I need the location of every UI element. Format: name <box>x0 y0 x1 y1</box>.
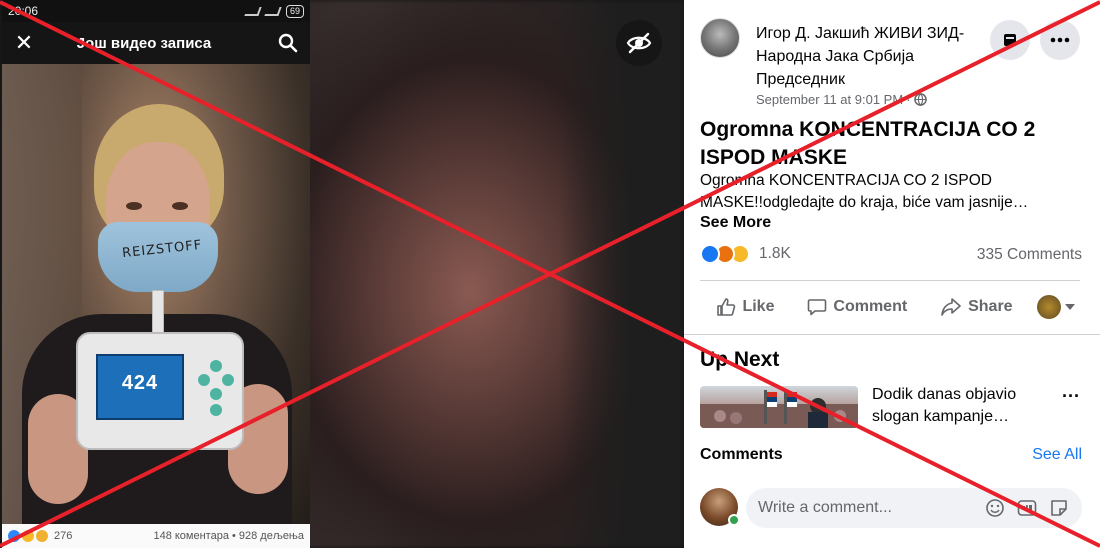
post-panel: Игор Д. Јакшић ЖИВИ ЗИД-Народна Јака Срб… <box>684 0 1100 548</box>
battery-icon: 69 <box>285 4 304 18</box>
more-options-button[interactable] <box>1040 20 1080 60</box>
emoji-icon[interactable] <box>984 497 1006 519</box>
comment-button[interactable]: Comment <box>799 291 915 323</box>
like-reaction-icon <box>700 244 720 264</box>
co2-reading: 424 <box>121 372 159 394</box>
post-text: Ogromna KONCENTRACIJA CO 2 ISPOD MASKE!!… <box>700 172 1029 211</box>
chevron-down-icon <box>1065 304 1076 310</box>
up-next-caption[interactable]: Dodik danas objavio slogan kampanje… <box>872 384 1052 428</box>
co2-meter-screen: 424 <box>96 354 184 420</box>
search-icon[interactable] <box>266 33 310 53</box>
person-eye <box>126 202 142 210</box>
see-more-link[interactable]: See More <box>700 214 771 232</box>
reaction-count: 1.8K <box>759 245 791 262</box>
phone-header: ✕ Још видео записа <box>2 22 310 64</box>
hide-video-button[interactable] <box>616 20 662 66</box>
wow-reaction-icon <box>22 530 34 542</box>
phone-stats: 148 коментара • 928 дељења <box>153 530 304 542</box>
up-next-thumbnail[interactable] <box>700 386 858 428</box>
like-button[interactable]: Like <box>708 291 782 323</box>
comment-label: Comment <box>833 298 908 315</box>
sad-reaction-icon <box>36 530 48 542</box>
divider <box>684 334 1100 335</box>
like-icon <box>717 298 736 316</box>
co2-meter-sensor <box>152 290 164 336</box>
share-icon <box>941 298 961 316</box>
post-meta: September 11 at 9:01 PM · <box>756 92 927 107</box>
phone-reactions: 276 <box>8 530 72 542</box>
globe-icon <box>913 93 927 106</box>
comments-heading: Comments <box>700 446 783 463</box>
phone-reaction-count: 276 <box>54 530 73 542</box>
bookmark-icon <box>1004 34 1016 46</box>
comment-input[interactable] <box>758 499 974 517</box>
person-eye <box>172 202 188 210</box>
save-post-button[interactable] <box>990 20 1030 60</box>
video-viewer[interactable]: 20:06 69 ✕ Још видео записа REIZSTOFF 42… <box>0 0 684 548</box>
online-status-indicator <box>728 514 740 526</box>
like-label: Like <box>742 298 775 315</box>
post-actions: Like Comment Share <box>700 285 1084 329</box>
post-date[interactable]: September 11 at 9:01 PM <box>756 92 903 107</box>
share-button[interactable]: Share <box>932 291 1020 323</box>
reactions-summary[interactable]: 1.8K <box>700 244 791 264</box>
phone-footer: 276 148 коментара • 928 дељења <box>2 524 310 548</box>
comment-composer[interactable] <box>746 488 1082 528</box>
meta-separator: · <box>906 92 911 107</box>
post-title: Ogromna KONCENTRACIJA CO 2 ISPOD MASKE <box>700 118 1036 169</box>
author-avatar[interactable] <box>700 18 740 58</box>
wifi-icon <box>264 6 282 16</box>
phone-video-frame: REIZSTOFF 424 <box>2 64 310 524</box>
audience-avatar <box>1037 295 1062 319</box>
phone-status-bar: 20:06 69 <box>2 0 310 22</box>
audience-selector[interactable] <box>1037 295 1076 319</box>
divider <box>700 280 1080 281</box>
status-icons: 69 <box>244 4 304 18</box>
comment-count[interactable]: 335 Comments <box>977 246 1082 264</box>
more-icon <box>1050 37 1070 43</box>
author-name[interactable]: Игор Д. Јакшић ЖИВИ ЗИД-Народна Јака Срб… <box>756 22 996 91</box>
phone-header-title: Још видео записа <box>76 34 212 52</box>
up-next-title: Up Next <box>700 348 780 371</box>
status-time: 20:06 <box>8 4 39 18</box>
like-reaction-icon <box>8 530 20 542</box>
sticker-icon[interactable] <box>1048 497 1070 519</box>
co2-meter-buttons <box>198 360 234 418</box>
see-all-comments-link[interactable]: See All <box>1032 446 1082 464</box>
hidden-eye-icon <box>626 32 652 54</box>
share-label: Share <box>968 298 1013 315</box>
comment-icon <box>808 299 827 316</box>
phone-screenshot: 20:06 69 ✕ Још видео записа REIZSTOFF 42… <box>2 0 310 548</box>
gif-icon[interactable] <box>1016 497 1038 519</box>
up-next-more-button[interactable]: ··· <box>1062 386 1080 407</box>
signal-icon <box>244 6 262 16</box>
